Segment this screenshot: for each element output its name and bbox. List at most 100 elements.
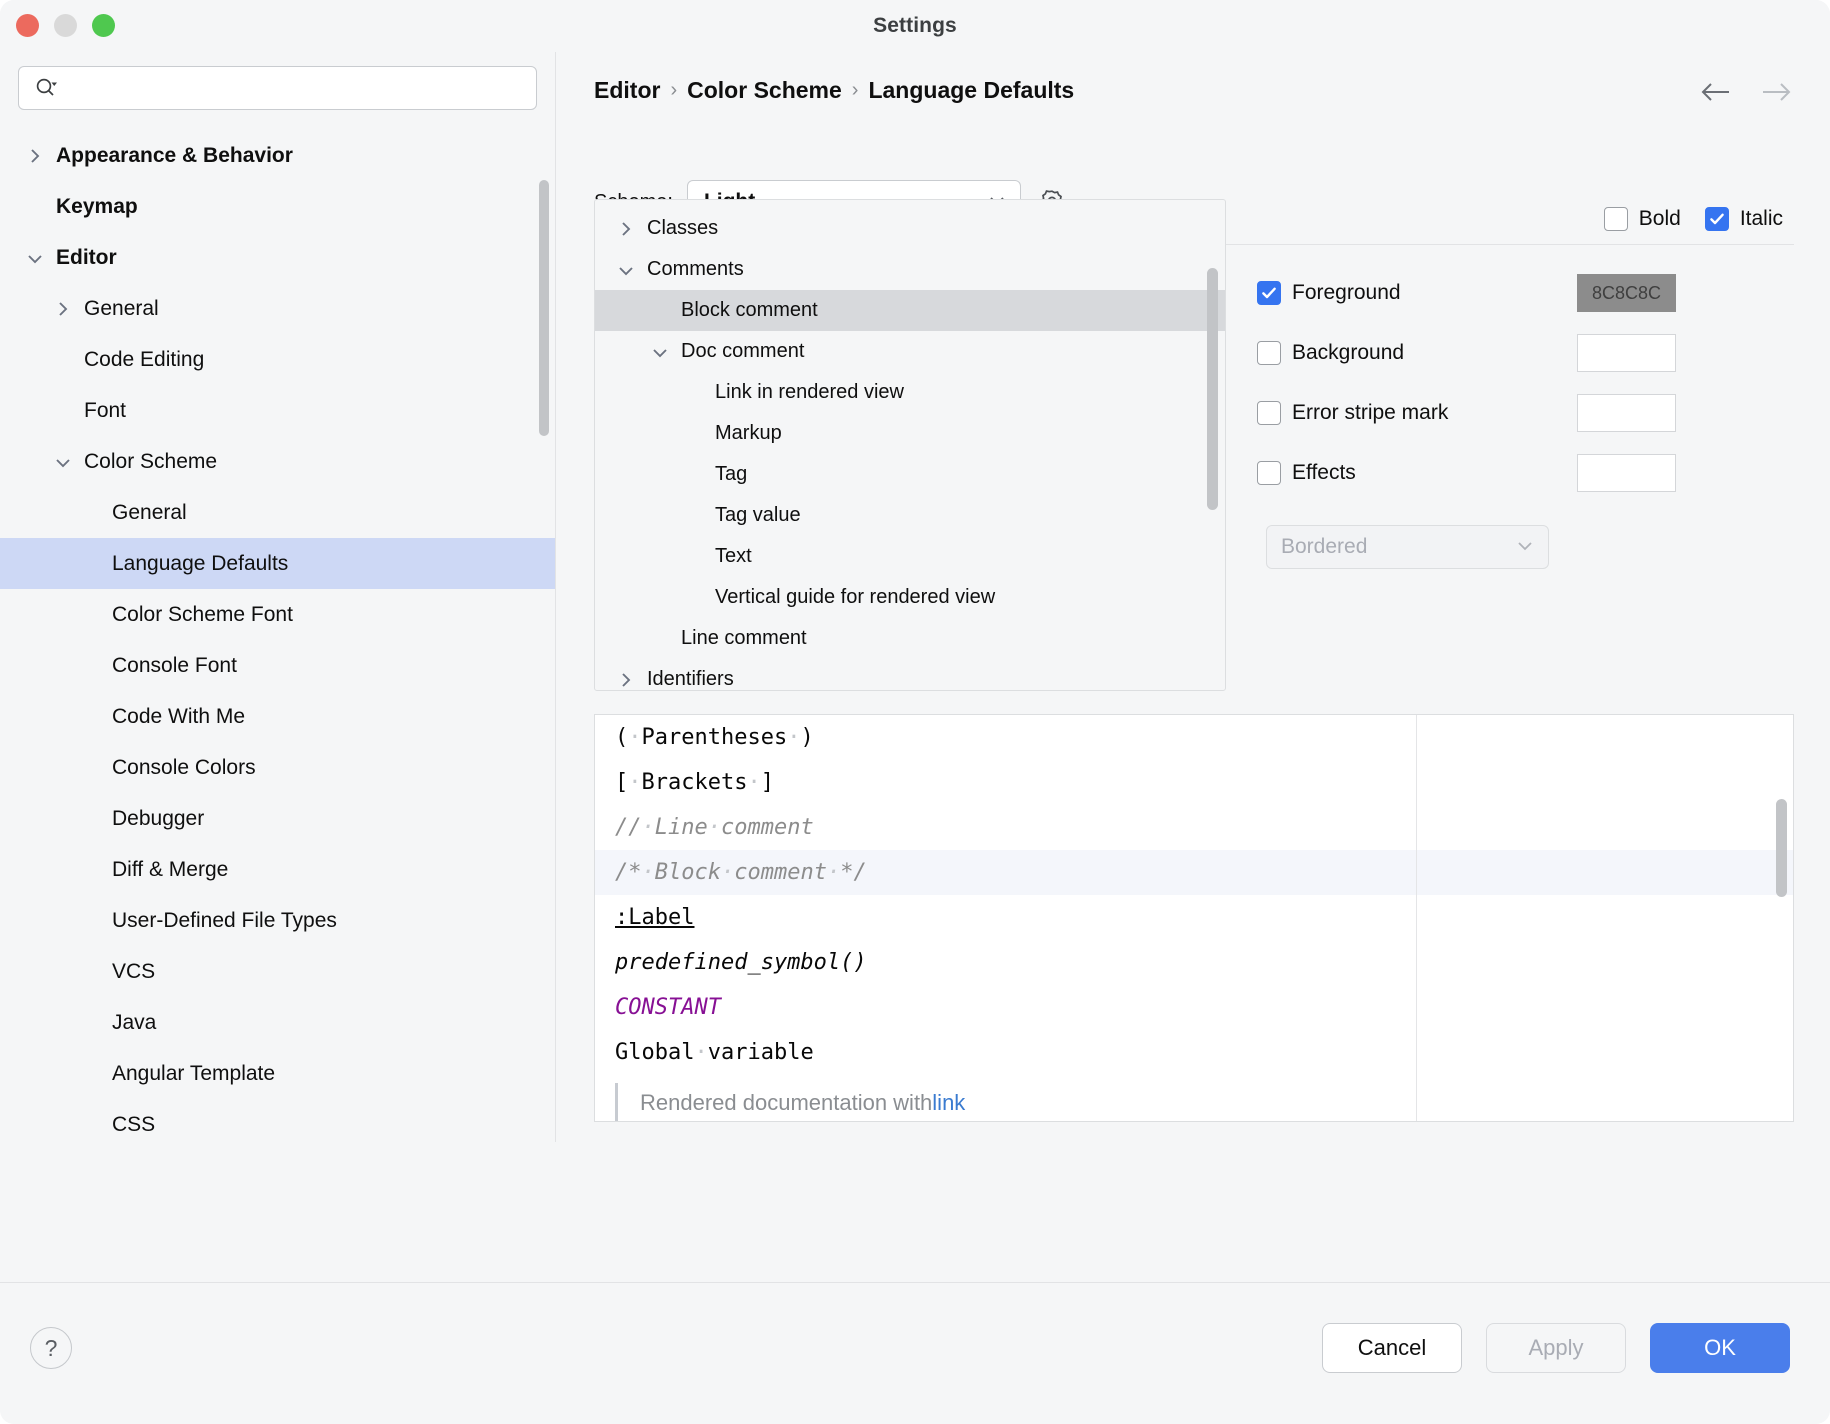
preview-line-global-var: Global·variable	[595, 1030, 1793, 1075]
chevron-down-icon[interactable]	[22, 245, 48, 271]
color-tree-item-doc-comment[interactable]: Doc comment	[595, 331, 1225, 372]
forward-arrow-icon[interactable]	[1759, 80, 1793, 109]
sidebar-item-java[interactable]: Java	[0, 997, 555, 1048]
color-tree-item-label: Identifiers	[647, 668, 734, 691]
color-settings-tree-panel: ClassesCommentsBlock commentDoc commentL…	[594, 199, 1226, 691]
sidebar-item-language-defaults[interactable]: Language Defaults	[0, 538, 555, 589]
preview-code-text: (·Parentheses·)	[615, 725, 814, 750]
sidebar-item-appearance-behavior[interactable]: Appearance & Behavior	[0, 130, 555, 181]
effects-type-value: Bordered	[1281, 535, 1367, 559]
chevron-right-icon[interactable]	[613, 667, 639, 692]
error-stripe-mark-color-swatch[interactable]	[1577, 394, 1676, 432]
sidebar-item-user-defined-file-types[interactable]: User-Defined File Types	[0, 895, 555, 946]
sidebar-item-css[interactable]: CSS	[0, 1099, 555, 1142]
chevron-down-icon[interactable]	[647, 339, 673, 365]
effects-checkbox-row[interactable]: Effects	[1257, 461, 1577, 485]
cancel-button[interactable]: Cancel	[1322, 1323, 1462, 1373]
background-label: Background	[1292, 341, 1404, 365]
preview-doc-link[interactable]: link	[932, 1090, 965, 1116]
foreground-color-swatch[interactable]: 8C8C8C	[1577, 274, 1676, 312]
preview-scrollbar-thumb[interactable]	[1776, 799, 1787, 897]
sidebar-item-font[interactable]: Font	[0, 385, 555, 436]
breadcrumb-item-language-defaults: Language Defaults	[868, 77, 1074, 104]
search-input[interactable]	[65, 67, 536, 109]
color-tree-item-tag-value[interactable]: Tag value	[595, 495, 1225, 536]
chevron-down-icon[interactable]	[613, 257, 639, 283]
sidebar-item-diff-merge[interactable]: Diff & Merge	[0, 844, 555, 895]
color-tree-item-line-comment[interactable]: Line comment	[595, 618, 1225, 659]
close-window-button[interactable]	[16, 14, 39, 37]
breadcrumb-item-editor[interactable]: Editor	[594, 77, 660, 104]
color-tree-item-markup[interactable]: Markup	[595, 413, 1225, 454]
chevron-right-icon[interactable]	[50, 296, 76, 322]
sidebar-item-editor[interactable]: Editor	[0, 232, 555, 283]
color-tree-item-label: Markup	[715, 422, 782, 445]
back-arrow-icon[interactable]	[1699, 80, 1733, 109]
preview-line-line-comment: //·Line·comment	[595, 805, 1793, 850]
sidebar-item-general[interactable]: General	[0, 283, 555, 334]
sidebar-item-keymap[interactable]: Keymap	[0, 181, 555, 232]
search-box[interactable]	[18, 66, 537, 110]
sidebar-item-console-colors[interactable]: Console Colors	[0, 742, 555, 793]
sidebar-item-angular-template[interactable]: Angular Template	[0, 1048, 555, 1099]
maximize-window-button[interactable]	[92, 14, 115, 37]
sidebar-item-code-editing[interactable]: Code Editing	[0, 334, 555, 385]
preview-vertical-divider	[1416, 715, 1417, 1122]
color-tree-item-identifiers[interactable]: Identifiers	[595, 659, 1225, 691]
color-tree-scrollbar-thumb[interactable]	[1207, 268, 1218, 510]
italic-checkbox[interactable]	[1705, 207, 1729, 231]
sidebar-item-code-with-me[interactable]: Code With Me	[0, 691, 555, 742]
background-checkbox-row[interactable]: Background	[1257, 341, 1577, 365]
foreground-color-value: 8C8C8C	[1592, 283, 1661, 304]
sidebar-item-label: Java	[112, 1011, 156, 1035]
attribute-row-background: Background	[1257, 323, 1797, 383]
bold-checkbox-row[interactable]: Bold	[1604, 207, 1681, 231]
foreground-checkbox[interactable]	[1257, 281, 1281, 305]
sidebar-item-color-scheme-font[interactable]: Color Scheme Font	[0, 589, 555, 640]
preview-code-text: /*·Block·comment·*/	[615, 860, 867, 885]
apply-button[interactable]: Apply	[1486, 1323, 1626, 1373]
sidebar-item-label: Color Scheme	[84, 450, 217, 474]
code-preview-panel[interactable]: (·Parentheses·)[·Brackets·]//·Line·comme…	[594, 714, 1794, 1122]
color-tree-item-tag[interactable]: Tag	[595, 454, 1225, 495]
color-tree-item-label: Tag	[715, 463, 747, 486]
color-tree-item-link-in-rendered-view[interactable]: Link in rendered view	[595, 372, 1225, 413]
foreground-checkbox-row[interactable]: Foreground	[1257, 281, 1577, 305]
color-tree-item-vertical-guide-for-rendered-view[interactable]: Vertical guide for rendered view	[595, 577, 1225, 618]
ok-button[interactable]: OK	[1650, 1323, 1790, 1373]
chevron-down-icon	[1514, 535, 1536, 559]
attribute-row-error-stripe-mark: Error stripe mark	[1257, 383, 1797, 443]
background-checkbox[interactable]	[1257, 341, 1281, 365]
italic-checkbox-row[interactable]: Italic	[1705, 207, 1783, 231]
sidebar-tree: Appearance & BehaviorKeymapEditorGeneral…	[0, 130, 555, 1142]
color-tree-item-classes[interactable]: Classes	[595, 208, 1225, 249]
sidebar-item-label: Language Defaults	[112, 552, 288, 576]
sidebar-item-label: Console Colors	[112, 756, 256, 780]
attribute-row-foreground: Foreground 8C8C8C	[1257, 263, 1797, 323]
sidebar-item-console-font[interactable]: Console Font	[0, 640, 555, 691]
background-color-swatch[interactable]	[1577, 334, 1676, 372]
effects-type-select[interactable]: Bordered	[1266, 525, 1549, 569]
title-bar: Settings	[0, 0, 1830, 52]
breadcrumb-item-color-scheme[interactable]: Color Scheme	[687, 77, 842, 104]
bold-checkbox[interactable]	[1604, 207, 1628, 231]
effects-color-swatch[interactable]	[1577, 454, 1676, 492]
error-stripe-mark-checkbox-row[interactable]: Error stripe mark	[1257, 401, 1577, 425]
sidebar-scrollbar-thumb[interactable]	[539, 180, 549, 436]
sidebar-item-general[interactable]: General	[0, 487, 555, 538]
help-button[interactable]: ?	[30, 1327, 72, 1369]
color-tree-item-block-comment[interactable]: Block comment	[595, 290, 1225, 331]
sidebar-item-debugger[interactable]: Debugger	[0, 793, 555, 844]
sidebar-item-vcs[interactable]: VCS	[0, 946, 555, 997]
traffic-lights	[16, 14, 115, 37]
chevron-down-icon[interactable]	[50, 449, 76, 475]
color-tree-item-text[interactable]: Text	[595, 536, 1225, 577]
color-tree-item-comments[interactable]: Comments	[595, 249, 1225, 290]
sidebar-item-label: VCS	[112, 960, 155, 984]
effects-checkbox[interactable]	[1257, 461, 1281, 485]
minimize-window-button[interactable]	[54, 14, 77, 37]
chevron-right-icon[interactable]	[613, 216, 639, 242]
sidebar-item-color-scheme[interactable]: Color Scheme	[0, 436, 555, 487]
chevron-right-icon[interactable]	[22, 143, 48, 169]
error-stripe-mark-checkbox[interactable]	[1257, 401, 1281, 425]
